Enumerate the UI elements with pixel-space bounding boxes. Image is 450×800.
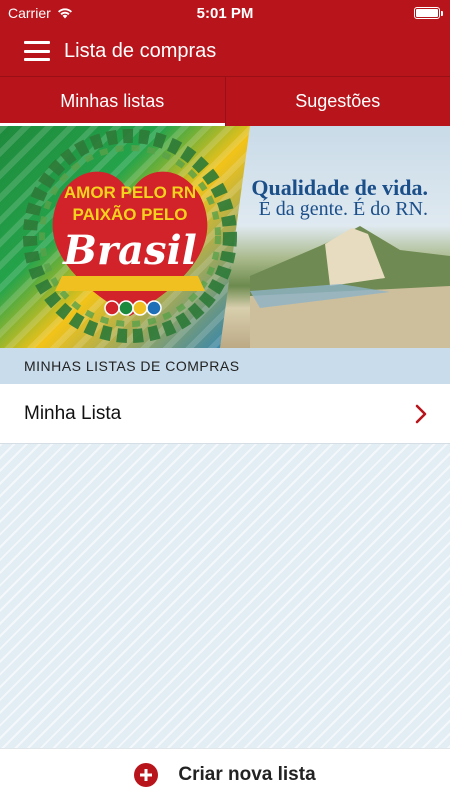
create-new-list-label: Criar nova lista	[178, 763, 316, 785]
section-header: MINHAS LISTAS DE COMPRAS	[0, 348, 450, 384]
list-item-label: Minha Lista	[24, 402, 122, 424]
tab-sugestoes[interactable]: Sugestões	[224, 77, 450, 126]
app-header: Carrier 5:01 PM Lista de compras Minhas …	[0, 0, 450, 126]
app-title: Lista de compras	[64, 39, 217, 62]
battery-icon	[414, 7, 443, 19]
plus-circle-icon	[134, 762, 159, 787]
tab-bar: Minhas listas Sugestões	[0, 76, 450, 126]
list-item-minha-lista[interactable]: Minha Lista	[0, 384, 450, 444]
promo-banner[interactable]: AMOR PELO RN PAIXÃO PELO Brasil Qualidad…	[0, 126, 450, 348]
banner-artwork: AMOR PELO RN PAIXÃO PELO Brasil	[23, 129, 450, 348]
badge-line1: AMOR PELO RN	[64, 183, 196, 202]
create-new-list-button[interactable]: Criar nova lista	[0, 748, 450, 800]
carrier-label: Carrier	[8, 5, 51, 21]
chevron-right-icon	[415, 404, 427, 423]
empty-list-area	[0, 444, 450, 749]
tagline-line2: É da gente. É do RN.	[258, 198, 428, 221]
tagline-line1: Qualidade de vida.	[251, 175, 428, 200]
hamburger-menu-icon[interactable]	[24, 41, 50, 61]
badge-line3: Brasil	[62, 227, 197, 274]
badge-line2: PAIXÃO PELO	[73, 204, 188, 224]
banner-tagline: Qualidade de vida. É da gente. É do RN.	[251, 176, 428, 220]
app-bar: Lista de compras	[0, 26, 450, 76]
wifi-icon	[57, 8, 72, 19]
status-bar: Carrier 5:01 PM	[0, 0, 450, 26]
tab-minhas-listas[interactable]: Minhas listas	[0, 77, 225, 126]
